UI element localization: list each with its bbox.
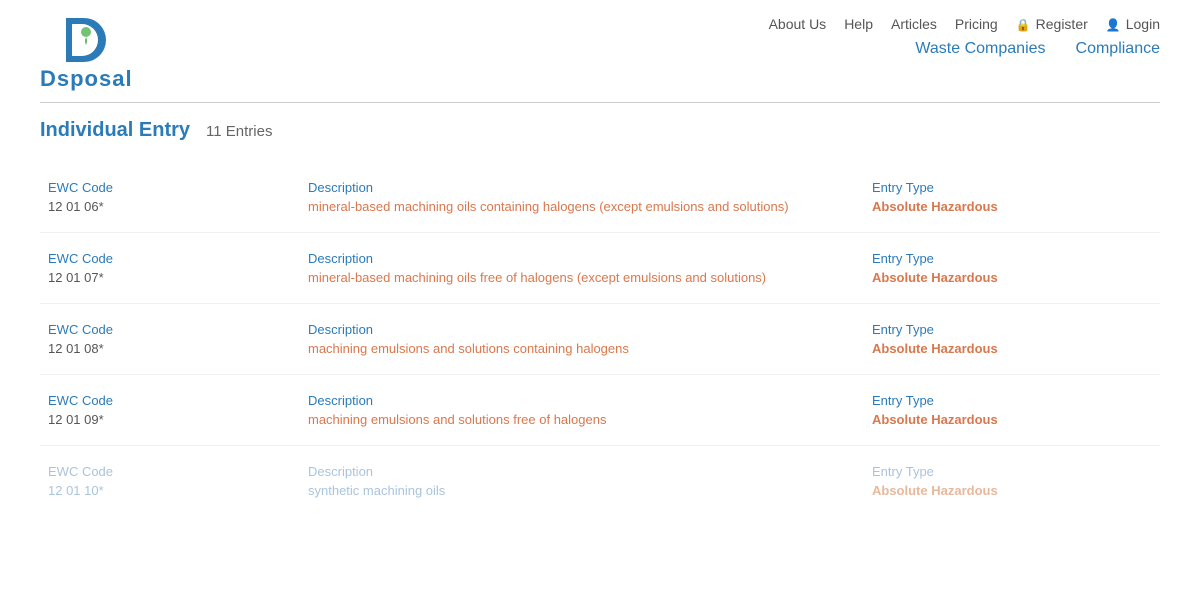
ewc-label: EWC Code: [48, 464, 308, 479]
page-header: Individual Entry 11 Entries: [40, 119, 1160, 142]
ewc-label: EWC Code: [48, 393, 308, 408]
lock-icon: [1016, 16, 1033, 32]
desc-value: synthetic machining oils: [308, 483, 872, 498]
desc-col: Description machining emulsions and solu…: [308, 322, 872, 356]
desc-label: Description: [308, 464, 872, 479]
ewc-label: EWC Code: [48, 180, 308, 195]
nav-login[interactable]: Login: [1106, 16, 1160, 32]
logo-area: Dsposal: [40, 10, 133, 92]
type-value: Absolute Hazardous: [872, 483, 1152, 498]
type-value: Absolute Hazardous: [872, 199, 1152, 214]
nav-pricing[interactable]: Pricing: [955, 16, 998, 32]
desc-value: mineral-based machining oils containing …: [308, 199, 872, 214]
table-row: EWC Code 12 01 07* Description mineral-b…: [40, 233, 1160, 304]
table-row: EWC Code 12 01 08* Description machining…: [40, 304, 1160, 375]
ewc-col: EWC Code 12 01 10*: [48, 464, 308, 498]
ewc-label: EWC Code: [48, 251, 308, 266]
desc-col: Description mineral-based machining oils…: [308, 251, 872, 285]
nav-area: About Us Help Articles Pricing Register …: [769, 10, 1160, 58]
ewc-col: EWC Code 12 01 07*: [48, 251, 308, 285]
table-row: EWC Code 12 01 06* Description mineral-b…: [40, 162, 1160, 233]
ewc-value: 12 01 08*: [48, 341, 308, 356]
desc-col: Description mineral-based machining oils…: [308, 180, 872, 214]
nav-about[interactable]: About Us: [769, 16, 827, 32]
page-content: Individual Entry 11 Entries EWC Code 12 …: [0, 103, 1200, 532]
desc-value: machining emulsions and solutions free o…: [308, 412, 872, 427]
desc-label: Description: [308, 393, 872, 408]
desc-label: Description: [308, 251, 872, 266]
ewc-col: EWC Code 12 01 09*: [48, 393, 308, 427]
header: Dsposal About Us Help Articles Pricing R…: [0, 0, 1200, 92]
type-col: Entry Type Absolute Hazardous: [872, 393, 1152, 427]
desc-label: Description: [308, 180, 872, 195]
type-label: Entry Type: [872, 251, 1152, 266]
nav-compliance[interactable]: Compliance: [1076, 40, 1160, 58]
table-row: EWC Code 12 01 10* Description synthetic…: [40, 446, 1160, 516]
nav-top: About Us Help Articles Pricing Register …: [769, 16, 1160, 32]
desc-col: Description synthetic machining oils: [308, 464, 872, 498]
nav-help[interactable]: Help: [844, 16, 873, 32]
type-col: Entry Type Absolute Hazardous: [872, 322, 1152, 356]
type-label: Entry Type: [872, 322, 1152, 337]
logo-icon: [56, 10, 116, 70]
desc-value: machining emulsions and solutions contai…: [308, 341, 872, 356]
nav-waste-companies[interactable]: Waste Companies: [915, 40, 1045, 58]
type-col: Entry Type Absolute Hazardous: [872, 180, 1152, 214]
desc-label: Description: [308, 322, 872, 337]
page-title: Individual Entry: [40, 119, 190, 142]
nav-register[interactable]: Register: [1016, 16, 1088, 32]
type-col: Entry Type Absolute Hazardous: [872, 251, 1152, 285]
type-value: Absolute Hazardous: [872, 412, 1152, 427]
nav-articles[interactable]: Articles: [891, 16, 937, 32]
ewc-value: 12 01 09*: [48, 412, 308, 427]
ewc-value: 12 01 10*: [48, 483, 308, 498]
type-label: Entry Type: [872, 464, 1152, 479]
entries-count: 11 Entries: [206, 123, 272, 140]
type-col: Entry Type Absolute Hazardous: [872, 464, 1152, 498]
type-label: Entry Type: [872, 180, 1152, 195]
entries-list: EWC Code 12 01 06* Description mineral-b…: [40, 162, 1160, 516]
table-row: EWC Code 12 01 09* Description machining…: [40, 375, 1160, 446]
ewc-label: EWC Code: [48, 322, 308, 337]
ewc-value: 12 01 07*: [48, 270, 308, 285]
type-label: Entry Type: [872, 393, 1152, 408]
type-value: Absolute Hazardous: [872, 341, 1152, 356]
user-icon: [1106, 16, 1123, 32]
ewc-col: EWC Code 12 01 08*: [48, 322, 308, 356]
ewc-col: EWC Code 12 01 06*: [48, 180, 308, 214]
nav-bottom: Waste Companies Compliance: [915, 40, 1160, 58]
desc-value: mineral-based machining oils free of hal…: [308, 270, 872, 285]
type-value: Absolute Hazardous: [872, 270, 1152, 285]
ewc-value: 12 01 06*: [48, 199, 308, 214]
desc-col: Description machining emulsions and solu…: [308, 393, 872, 427]
logo-text: Dsposal: [40, 66, 133, 92]
